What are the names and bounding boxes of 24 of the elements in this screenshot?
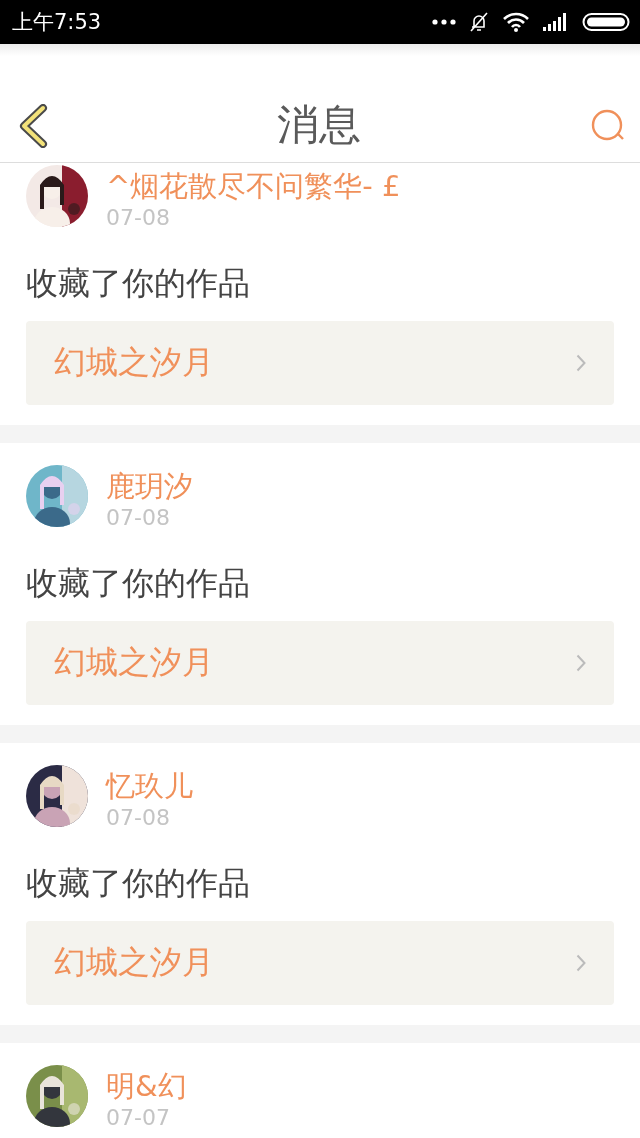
user-name[interactable]: 忆玖儿 bbox=[106, 769, 193, 803]
message-date: 07-08 bbox=[106, 204, 171, 232]
wifi-icon bbox=[502, 11, 530, 33]
work-link[interactable]: 幻城之汐月 bbox=[26, 321, 614, 405]
work-link[interactable]: 幻城之汐月 bbox=[26, 621, 614, 705]
chevron-right-icon bbox=[576, 354, 586, 372]
chevron-right-icon bbox=[576, 954, 586, 972]
muted-bell-icon bbox=[468, 11, 490, 33]
message-date: 07-08 bbox=[106, 504, 171, 532]
work-link[interactable]: 幻城之汐月 bbox=[26, 921, 614, 1005]
more-dots-icon bbox=[432, 19, 456, 25]
back-icon[interactable] bbox=[18, 104, 48, 148]
chevron-right-icon bbox=[576, 654, 586, 672]
message-date: 07-07 bbox=[106, 1104, 171, 1132]
user-name[interactable]: 明&幻 bbox=[106, 1069, 187, 1103]
user-name[interactable]: 鹿玥汐 bbox=[106, 469, 193, 503]
status-time: 上午7:53 bbox=[12, 9, 102, 36]
message-text: 收藏了你的作品 bbox=[26, 863, 251, 903]
user-name[interactable]: ^烟花散尽不问繁华- £ bbox=[106, 169, 401, 203]
message-text: 收藏了你的作品 bbox=[26, 563, 251, 603]
battery-icon bbox=[582, 12, 630, 32]
message-date: 07-08 bbox=[106, 804, 171, 832]
message-text: 收藏了你的作品 bbox=[26, 263, 251, 303]
page-title: 消息 bbox=[277, 101, 361, 148]
